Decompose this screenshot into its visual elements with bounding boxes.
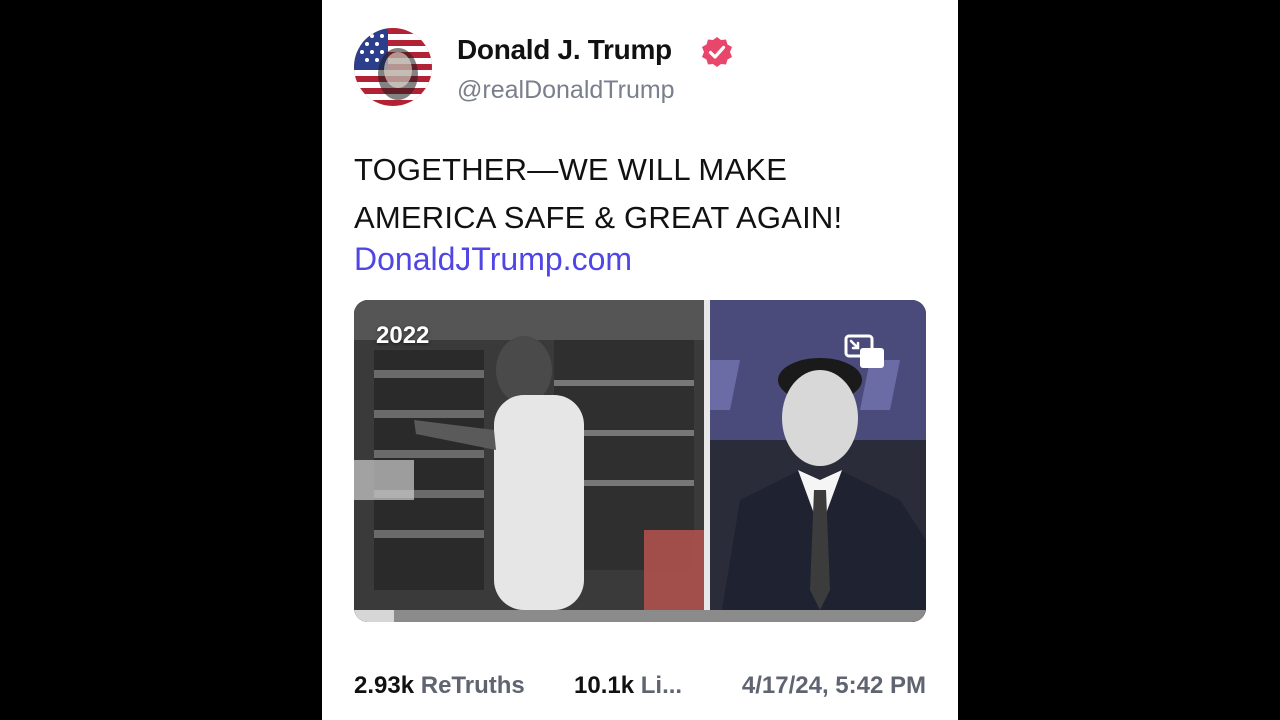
author-handle[interactable]: @realDonaldTrump xyxy=(457,76,675,105)
likes-label: Li... xyxy=(640,672,683,699)
post-stats: 2.93k ReTruths 10.1k Li... 4/17/24, 5:42… xyxy=(354,672,926,704)
video-progress-bar[interactable] xyxy=(354,610,926,622)
likes-count: 10.1k xyxy=(574,672,635,699)
likes-stat[interactable]: 10.1k Li... xyxy=(574,672,682,700)
verified-badge-icon xyxy=(700,35,734,69)
retruths-stat[interactable]: 2.93k ReTruths xyxy=(354,672,525,700)
post-text-line: TOGETHER—WE WILL MAKE xyxy=(354,152,788,187)
author-display-name[interactable]: Donald J. Trump xyxy=(457,34,672,66)
video-frame-anchor xyxy=(710,300,926,622)
post-text: TOGETHER—WE WILL MAKE AMERICA SAFE & GRE… xyxy=(354,146,934,242)
retruths-count: 2.93k xyxy=(354,672,415,699)
post-text-line: AMERICA SAFE & GREAT AGAIN! xyxy=(354,200,843,235)
flag-portrait-avatar xyxy=(354,28,432,106)
post-timestamp[interactable]: 4/17/24, 5:42 PM xyxy=(742,672,926,700)
video-year-label: 2022 xyxy=(376,322,430,349)
video-player[interactable]: 2022 xyxy=(354,300,926,622)
post-link[interactable]: DonaldJTrump.com xyxy=(354,241,632,278)
video-progress-fill xyxy=(354,610,395,622)
author-avatar[interactable] xyxy=(354,28,432,106)
picture-in-picture-icon[interactable] xyxy=(844,334,886,370)
retruths-label: ReTruths xyxy=(420,672,525,699)
